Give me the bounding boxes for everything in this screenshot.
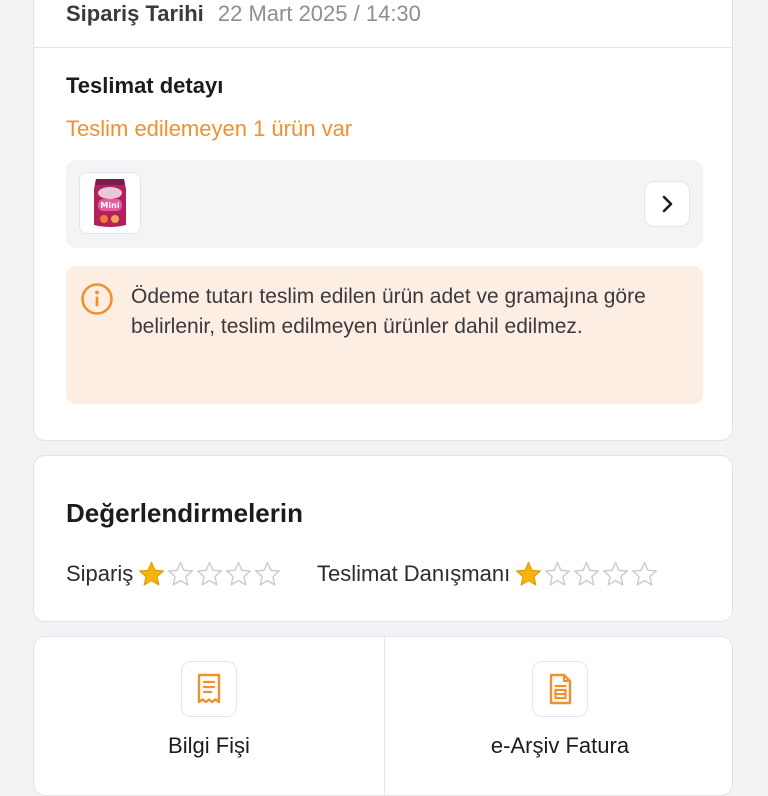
chevron-right-icon [662,195,673,213]
order-date-label: Sipariş Tarihi [66,1,204,26]
star-empty-icon[interactable] [601,560,630,588]
e-archive-invoice-button[interactable]: e-Arşiv Fatura [385,637,732,795]
undelivered-items-text: Teslim edilemeyen 1 ürün var [66,116,353,141]
order-details-card: Sipariş Tarihi 22 Mart 2025 / 14:30 Tesl… [33,0,733,441]
invoice-icon-box [532,661,588,717]
star-empty-icon[interactable] [195,560,224,588]
star-filled-icon[interactable] [514,560,543,588]
ratings-card: Değerlendirmelerin Sipariş Teslimat Danı… [33,455,733,622]
delivery-detail-title: Teslimat detayı [66,73,224,98]
info-receipt-label: Bilgi Fişi [168,733,250,758]
info-icon [81,283,113,315]
product-thumbnail: Mini [79,172,141,234]
order-rating-stars[interactable] [137,560,282,588]
svg-text:Mini: Mini [100,201,119,210]
divider [34,47,732,48]
documents-card: Bilgi Fişi e-Arşiv Fatura [33,636,733,796]
courier-rating-stars[interactable] [514,560,659,588]
product-detail-button[interactable] [644,181,690,227]
star-empty-icon[interactable] [630,560,659,588]
star-empty-icon[interactable] [166,560,195,588]
info-receipt-button[interactable]: Bilgi Fişi [34,637,384,795]
payment-info-banner: Ödeme tutarı teslim edilen ürün adet ve … [66,266,703,404]
e-archive-invoice-label: e-Arşiv Fatura [490,733,630,758]
order-rating: Sipariş [66,560,282,588]
star-filled-icon[interactable] [137,560,166,588]
courier-rating-label: Teslimat Danışmanı [317,561,511,586]
order-rating-label: Sipariş [66,561,134,586]
star-empty-icon[interactable] [224,560,253,588]
star-empty-icon[interactable] [253,560,282,588]
order-date-row: Sipariş Tarihi 22 Mart 2025 / 14:30 [66,1,421,27]
receipt-icon [197,673,221,704]
ratings-title: Değerlendirmelerin [66,498,303,528]
order-date-value: 22 Mart 2025 / 14:30 [217,1,421,26]
star-empty-icon[interactable] [543,560,572,588]
payment-info-text: Ödeme tutarı teslim edilen ürün adet ve … [131,285,646,338]
receipt-icon-box [181,661,237,717]
invoice-icon [549,673,572,705]
undelivered-product-row[interactable]: Mini [66,160,703,248]
courier-rating: Teslimat Danışmanı [317,560,659,588]
star-empty-icon[interactable] [572,560,601,588]
